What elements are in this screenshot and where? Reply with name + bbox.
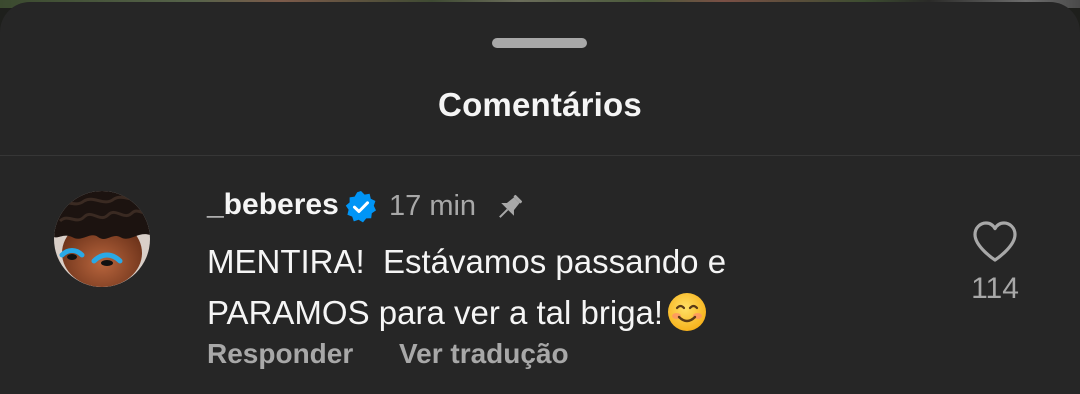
smiling-face-emoji-icon [667, 292, 707, 332]
pin-icon [493, 192, 525, 224]
comment-text-line-2: PARAMOS para ver a tal briga! [207, 294, 664, 331]
comment-text-line-1: MENTIRA! Estávamos passando e [207, 243, 727, 280]
heart-outline-icon [973, 221, 1017, 262]
avatar-image [54, 191, 150, 287]
reply-button[interactable]: Responder [207, 338, 353, 370]
translate-button[interactable]: Ver tradução [399, 338, 569, 370]
comment-time: 17 min [389, 190, 477, 222]
comment-text: MENTIRA! Estávamos passando e PARAMOS pa… [207, 236, 907, 338]
verified-badge-icon [344, 190, 378, 224]
avatar[interactable] [54, 191, 150, 287]
drag-handle[interactable] [492, 38, 587, 48]
like-count: 114 [971, 272, 1019, 305]
like-button[interactable] [972, 220, 1018, 264]
sheet-title: Comentários [438, 86, 642, 123]
comment-username[interactable]: _beberes [207, 188, 339, 222]
header-divider [0, 155, 1080, 156]
